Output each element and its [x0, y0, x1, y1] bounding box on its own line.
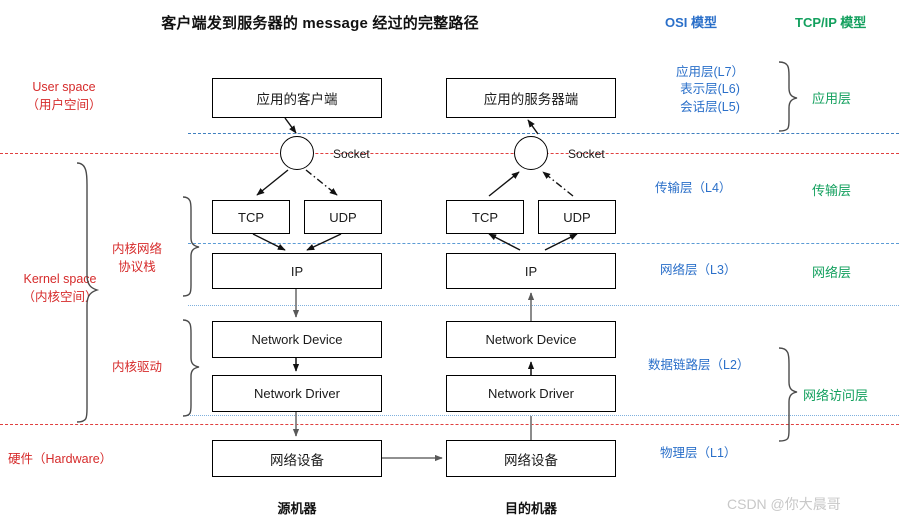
- dest-network-device-box[interactable]: Network Device: [446, 321, 616, 358]
- source-app-client-box[interactable]: 应用的客户端: [212, 78, 382, 118]
- dest-socket-circle[interactable]: [514, 136, 548, 170]
- kernel-network-stack-line1: 内核网络: [111, 242, 162, 256]
- kernel-space-label-cn: （内核空间）: [22, 290, 98, 305]
- user-space-annotation: User space （用户空间）: [4, 78, 124, 114]
- arrow-source-socket-to-udp: [305, 169, 338, 196]
- source-socket-label: Socket: [333, 147, 370, 161]
- divider-datalink-physical: [188, 415, 899, 416]
- osi-model-header: OSI 模型: [665, 15, 718, 30]
- divider-user-kernel-red: [0, 153, 899, 154]
- dest-tcp-box[interactable]: TCP: [446, 200, 524, 234]
- kernel-driver-annotation: 内核驱动: [111, 360, 162, 374]
- hardware-annotation: 硬件（Hardware）: [8, 452, 113, 466]
- source-udp-box[interactable]: UDP: [304, 200, 382, 234]
- watermark: CSDN @你大晨哥: [727, 496, 841, 512]
- dest-machine-caption: 目的机器: [504, 501, 557, 516]
- source-machine-caption: 源机器: [277, 501, 317, 516]
- dest-hardware-device-box[interactable]: 网络设备: [446, 440, 616, 477]
- osi-layer-l4: 传输层（L4）: [655, 181, 732, 195]
- arrow-source-tcp-to-ip: [252, 233, 286, 251]
- arrow-dest-ip-to-tcp: [488, 233, 521, 251]
- osi-layer-l7: 应用层(L7）: [675, 65, 745, 79]
- arrow-source-app-to-socket: [284, 117, 297, 134]
- brace-kernel-network-stack: [182, 196, 200, 297]
- brace-tcpip-network-access: [778, 347, 798, 442]
- dest-socket-label: Socket: [568, 147, 605, 161]
- source-socket-circle[interactable]: [280, 136, 314, 170]
- source-hardware-device-box[interactable]: 网络设备: [212, 440, 382, 477]
- kernel-network-stack-annotation: 内核网络 协议栈: [95, 240, 179, 276]
- brace-kernel-driver: [182, 319, 200, 417]
- source-tcp-box[interactable]: TCP: [212, 200, 290, 234]
- source-network-device-box[interactable]: Network Device: [212, 321, 382, 358]
- source-ip-box[interactable]: IP: [212, 253, 382, 289]
- arrow-source-socket-to-tcp: [256, 169, 289, 196]
- tcpip-model-header: TCP/IP 模型: [795, 15, 867, 30]
- osi-layer-l2: 数据链路层（L2）: [648, 358, 750, 372]
- tcpip-transport-layer: 传输层: [812, 183, 852, 198]
- osi-layer-l1: 物理层（L1）: [660, 446, 737, 460]
- divider-network-datalink: [188, 305, 899, 306]
- divider-user-kernel-blue: [188, 133, 899, 134]
- diagram-canvas: 客户端发到服务器的 message 经过的完整路径 OSI 模型 TCP/IP …: [0, 0, 899, 528]
- divider-kernel-hardware-red: [0, 424, 899, 425]
- divider-transport-network: [188, 243, 899, 244]
- tcpip-application-layer: 应用层: [812, 91, 852, 106]
- osi-application-group: 应用层(L7） 表示层(L6) 会话层(L5): [655, 64, 765, 116]
- arrow-dest-udp-to-socket: [542, 171, 574, 197]
- arrow-dest-socket-to-app: [527, 119, 539, 135]
- osi-layer-l3: 网络层（L3）: [660, 263, 737, 277]
- user-space-label-cn: （用户空间）: [26, 98, 102, 113]
- brace-tcpip-application: [778, 61, 798, 132]
- dest-ip-box[interactable]: IP: [446, 253, 616, 289]
- dest-network-driver-box[interactable]: Network Driver: [446, 375, 616, 412]
- kernel-network-stack-line2: 协议栈: [118, 260, 156, 275]
- dest-udp-box[interactable]: UDP: [538, 200, 616, 234]
- user-space-label-en: User space: [32, 80, 96, 94]
- osi-layer-l6: 表示层(L6): [680, 82, 740, 97]
- page-title: 客户端发到服务器的 message 经过的完整路径: [161, 15, 479, 32]
- tcpip-network-layer: 网络层: [812, 265, 852, 280]
- arrow-dest-ip-to-udp: [544, 233, 578, 251]
- arrow-source-udp-to-ip: [306, 233, 342, 251]
- dest-app-server-box[interactable]: 应用的服务器端: [446, 78, 616, 118]
- tcpip-network-access-layer: 网络访问层: [803, 388, 869, 403]
- osi-layer-l5: 会话层(L5): [680, 99, 740, 114]
- arrow-dest-tcp-to-socket: [488, 171, 520, 197]
- source-network-driver-box[interactable]: Network Driver: [212, 375, 382, 412]
